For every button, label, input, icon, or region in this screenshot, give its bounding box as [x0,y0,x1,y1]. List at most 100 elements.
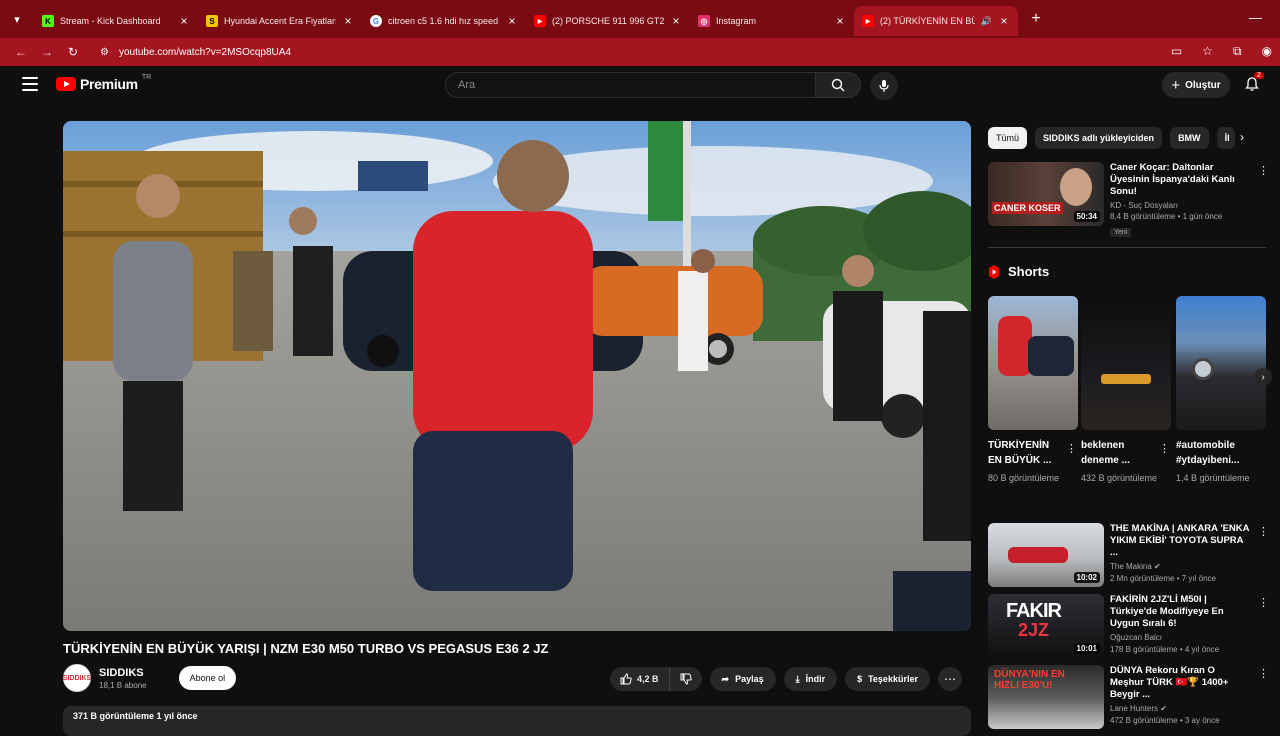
tab-close-icon[interactable]: × [506,14,518,28]
browser-tab[interactable]: ◎ Instagram × [690,6,854,36]
short-item[interactable]: #automobile #ytdayibeni... 1,4 B görüntü… [1176,296,1266,485]
extensions-icon[interactable]: ⧉ [1233,44,1242,59]
short-title: #automobile #ytdayibeni... [1176,440,1240,466]
rec-title: DÜNYA Rekoru Kıran O Meşhur TÜRK 🇹🇷🏆 140… [1110,665,1229,700]
create-button[interactable]: + Oluştur [1162,72,1230,98]
short-thumbnail[interactable] [988,296,1078,430]
more-vertical-icon[interactable]: ⋮ [1159,442,1170,455]
avatar-text: SIDDIKS [62,674,92,682]
chip-all[interactable]: Tümü [988,127,1028,149]
video-player[interactable] [63,121,971,631]
profile-icon[interactable]: ◉ [1262,44,1272,59]
thumbs-up-icon [620,673,632,685]
chip-from-uploader[interactable]: SIDDIKS adlı yükleyiciden [1035,127,1163,149]
rec-channel: The Makina ✔ [1110,562,1161,571]
rec-title: Caner Koçar: Daltonlar Üyesinin İspanya'… [1110,162,1235,197]
browser-tab-bar: ▾ K Stream - Kick Dashboard × S Hyundai … [0,0,1280,38]
tab-close-icon[interactable]: × [998,14,1010,28]
more-actions-button[interactable]: ⋯ [937,667,962,691]
chip-bmw[interactable]: BMW [1170,127,1209,149]
video-thumbnail[interactable]: FAKIR 2JZ 10:01 [988,594,1104,658]
rec-channel: Oğuzcan Balcı [1110,633,1163,642]
description-box[interactable]: 371 B görüntüleme 1 yıl önce [63,706,971,736]
thumb-shape [1101,374,1151,384]
more-vertical-icon[interactable]: ⋮ [1258,596,1269,609]
url-field[interactable]: ⚙ youtube.com/watch?v=2MSOcqp8UA4 [100,47,291,58]
notifications-button[interactable]: 2 [1244,72,1264,94]
more-vertical-icon[interactable]: ⋮ [1258,525,1269,538]
tab-search-dropdown-icon[interactable]: ▾ [0,0,34,38]
tab-title: Hyundai Accent Era Fiyatları & M [224,16,336,26]
tab-title: (2) PORSCHE 911 996 GT2 WIDE [552,16,664,26]
bookmark-star-icon[interactable]: ☆ [1202,44,1213,59]
browser-tab-active[interactable]: ▶ (2) TÜRKİYENİN EN BÜYÜK 🔊 × [854,6,1018,36]
site-info-icon[interactable]: ⚙ [100,47,109,58]
dislike-button[interactable] [670,667,702,691]
short-item[interactable]: TÜRKİYENİN EN BÜYÜK ... 80 B görüntüleme… [988,296,1078,485]
recommendation-item[interactable]: FAKIR 2JZ 10:01 FAKİRİN 2JZ'Lİ M50I | Tü… [988,594,1250,658]
address-bar: ← → ↻ ⚙ youtube.com/watch?v=2MSOcqp8UA4 … [0,38,1280,66]
url-text: youtube.com/watch?v=2MSOcqp8UA4 [118,46,292,58]
rec-stats: 178 B görüntüleme • 4 yıl önce [1110,645,1220,654]
tab-close-icon[interactable]: × [834,14,846,28]
menu-icon[interactable] [22,77,38,91]
short-item[interactable]: beklenen deneme ... 432 B görüntüleme ⋮ [1081,296,1171,485]
back-arrow-icon[interactable]: ← [8,45,34,59]
short-thumbnail[interactable] [1176,296,1266,430]
shorts-title: Shorts [1008,264,1050,279]
like-button[interactable]: 4,2 B [610,667,670,691]
search-button[interactable] [815,72,861,98]
like-dislike-group: 4,2 B [610,667,702,691]
video-frame-image [63,121,971,631]
browser-tab[interactable]: G citroen c5 1.6 hdi hız speed 201 × [362,6,526,36]
reload-icon[interactable]: ↻ [60,45,86,59]
shorts-heading: Shorts [988,264,1049,279]
tab-close-icon[interactable]: × [670,14,682,28]
notification-badge: 2 [1254,72,1264,79]
search-input[interactable] [445,72,815,98]
new-tab-button[interactable]: + [1026,10,1046,28]
youtube-premium-logo[interactable]: Premium TR [56,74,151,92]
recommendation-item[interactable]: DÜNYA'NIN EN HIZLI E30'U! DÜNYA Rekoru K… [988,665,1250,729]
chevron-right-icon[interactable]: › [1240,130,1244,144]
forward-arrow-icon[interactable]: → [34,45,60,59]
super-thanks-icon: $ [857,674,863,684]
minimize-window-icon[interactable]: — [1249,10,1262,25]
rec-stats: 8,4 B görüntüleme • 1 gün önce [1110,212,1223,221]
more-vertical-icon[interactable]: ⋮ [1258,164,1269,177]
browser-tab[interactable]: K Stream - Kick Dashboard × [34,6,198,36]
youtube-header: Premium TR + Oluştur 2 [0,66,1280,106]
rec-channel: KD - Suç Dosyaları [1110,201,1179,210]
thanks-button[interactable]: $ Teşekkürler [845,667,930,691]
audio-playing-icon[interactable]: 🔊 [981,16,992,27]
voice-search-button[interactable] [870,72,898,100]
video-thumbnail[interactable]: DÜNYA'NIN EN HIZLI E30'U! [988,665,1104,729]
short-views: 1,4 B görüntüleme [1176,473,1250,483]
cast-icon[interactable]: ▭ [1171,44,1182,59]
video-actions: 4,2 B ➦ Paylaş ⤓ İndir $ Teşekkürler ⋯ [610,667,962,691]
short-thumbnail[interactable] [1081,296,1171,430]
browser-tab[interactable]: S Hyundai Accent Era Fiyatları & M × [198,6,362,36]
thumb-text: 2JZ [1018,620,1050,640]
tab-close-icon[interactable]: × [178,14,190,28]
rec-stats: 2 Mn görüntüleme • 7 yıl önce [1110,574,1216,583]
chip-related[interactable]: İl [1216,127,1235,149]
recommendation-item[interactable]: CANER KOSER 50:34 Caner Koçar: Daltonlar… [988,162,1250,239]
more-vertical-icon[interactable]: ⋮ [1258,667,1269,680]
shorts-next-button[interactable]: › [1254,368,1272,386]
recommendation-item[interactable]: 10:02 THE MAKİNA | ANKARA 'ENKA YIKIM EK… [988,523,1250,587]
video-thumbnail[interactable]: CANER KOSER 50:34 [988,162,1104,226]
subscribe-button[interactable]: Abone ol [178,666,237,690]
share-button[interactable]: ➦ Paylaş [709,667,776,691]
channel-name[interactable]: SIDDIKS [99,667,147,679]
tab-close-icon[interactable]: × [342,14,354,28]
more-vertical-icon[interactable]: ⋮ [1066,442,1077,455]
site-favicon-icon: S [206,15,218,27]
browser-tab[interactable]: ▶ (2) PORSCHE 911 996 GT2 WIDE × [526,6,690,36]
download-icon: ⤓ [795,673,800,684]
download-button[interactable]: ⤓ İndir [783,667,838,691]
channel-avatar[interactable]: SIDDIKS [63,664,91,692]
thumb-shape [1008,547,1068,563]
video-thumbnail[interactable]: 10:02 [988,523,1104,587]
rec-title: FAKİRİN 2JZ'Lİ M50I | Türkiye'de Modifiy… [1110,594,1224,629]
